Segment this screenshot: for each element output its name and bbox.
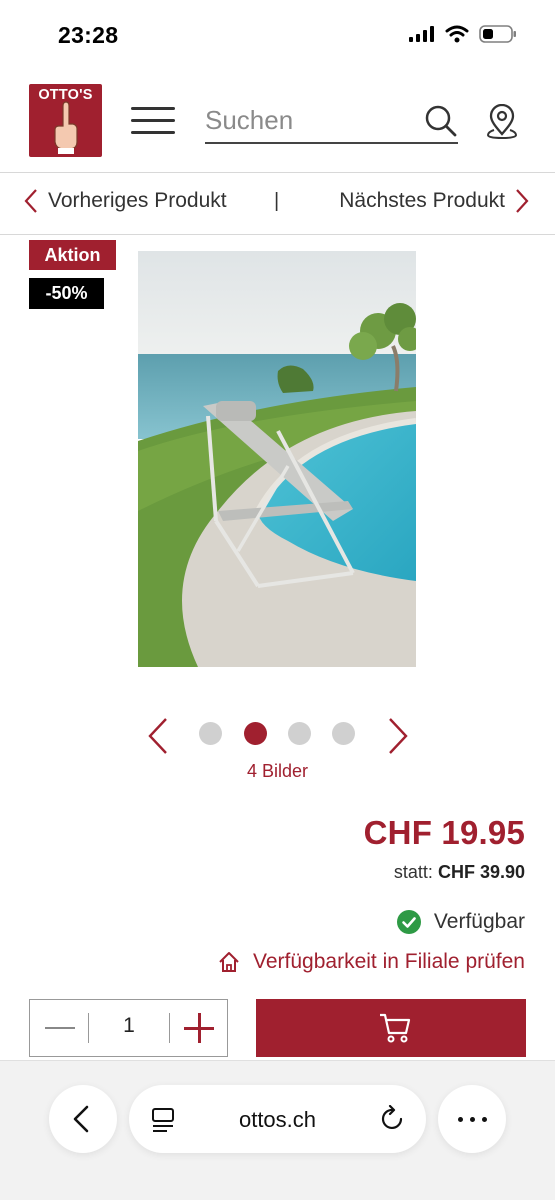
quantity-value[interactable]: 1 [90, 1014, 168, 1038]
battery-icon [479, 25, 516, 43]
discount-badge: -50% [29, 278, 104, 309]
cellular-signal-icon [409, 26, 434, 42]
reload-icon[interactable] [380, 1105, 406, 1133]
menu-button[interactable] [131, 107, 175, 137]
store-location-icon[interactable] [485, 104, 519, 140]
browser-toolbar: ottos.ch [0, 1060, 555, 1200]
image-carousel: 4 Bilder [0, 712, 555, 792]
chevron-left-icon [24, 189, 37, 213]
carousel-dot[interactable] [199, 722, 222, 745]
product-image[interactable] [138, 251, 416, 667]
image-count: 4 Bilder [246, 761, 309, 781]
ottos-logo[interactable]: OTTO'S [29, 84, 102, 157]
quantity-decrease-button[interactable] [30, 1000, 88, 1056]
header-divider [0, 172, 555, 173]
deck-chair-photo [138, 251, 416, 667]
old-price-value: CHF 39.90 [437, 862, 525, 882]
carousel-prev-icon[interactable] [146, 716, 170, 756]
next-product-link[interactable]: Nächstes Produkt [339, 188, 529, 214]
carousel-dot[interactable] [288, 722, 311, 745]
product-navigation: Vorheriges Produkt | Nächstes Produkt [0, 174, 555, 234]
availability-label: Verfügbar [433, 910, 525, 933]
nav-separator: | [274, 190, 280, 212]
status-bar: 23:28 [0, 0, 555, 72]
chevron-left-icon [73, 1105, 89, 1133]
next-product-label: Nächstes Produkt [339, 189, 505, 212]
check-circle-icon [396, 910, 421, 934]
search-icon[interactable] [424, 104, 458, 138]
site-header: OTTO'S [0, 72, 555, 172]
status-time: 23:28 [58, 22, 119, 48]
search-box [205, 98, 458, 144]
availability-status: Verfügbar [396, 910, 525, 934]
pointing-hand-icon [54, 101, 78, 154]
carousel-dot-active[interactable] [244, 722, 267, 745]
nav-divider [0, 234, 555, 235]
cart-icon [380, 1013, 411, 1043]
browser-back-button[interactable] [49, 1085, 117, 1153]
add-to-cart-button[interactable] [256, 999, 526, 1057]
previous-product-label: Vorheriges Produkt [48, 189, 227, 212]
search-input[interactable] [205, 102, 415, 138]
old-price: statt: CHF 39.90 [394, 862, 525, 883]
old-price-prefix: statt: [393, 862, 433, 882]
store-availability-label: Verfügbarkeit in Filiale prüfen [253, 950, 525, 973]
chevron-right-icon [516, 189, 529, 213]
carousel-next-icon[interactable] [386, 716, 410, 756]
address-bar[interactable]: ottos.ch [129, 1085, 426, 1153]
home-icon [219, 952, 239, 972]
more-options-button[interactable] [438, 1085, 506, 1153]
status-icons [409, 25, 517, 43]
previous-product-link[interactable]: Vorheriges Produkt [24, 188, 227, 214]
carousel-dot[interactable] [332, 722, 355, 745]
promo-badge: Aktion [29, 240, 116, 270]
quantity-stepper: 1 [29, 999, 228, 1057]
store-availability-link[interactable]: Verfügbarkeit in Filiale prüfen [217, 950, 525, 974]
wifi-icon [445, 25, 469, 43]
quantity-increase-button[interactable] [170, 1000, 227, 1056]
product-price: CHF 19.95 [363, 814, 525, 851]
